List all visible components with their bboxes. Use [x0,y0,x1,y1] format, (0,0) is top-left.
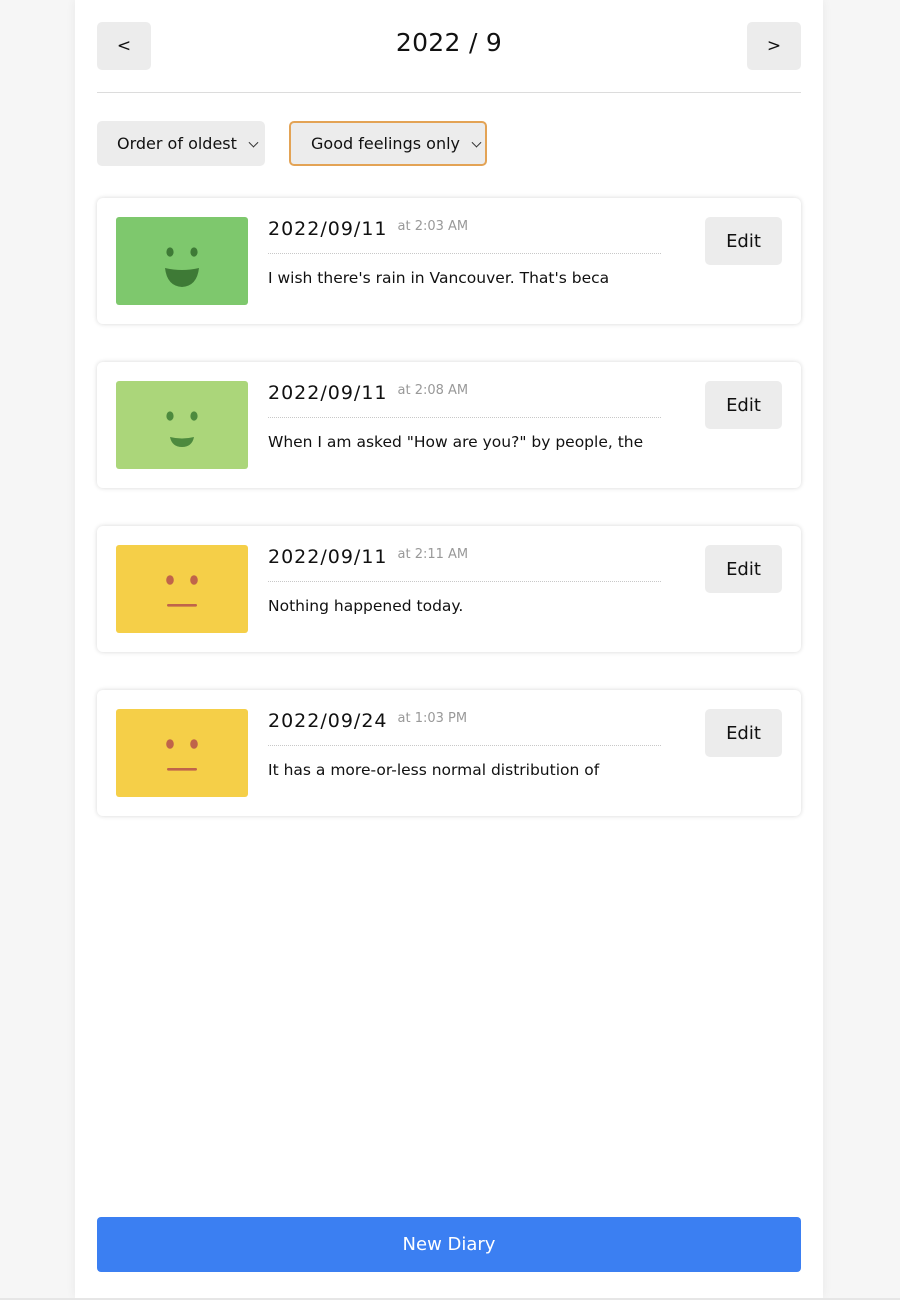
diary-item[interactable]: 2022/09/11 at 2:11 AM Nothing happened t… [97,526,801,652]
diary-time: at 1:03 PM [397,711,468,726]
diary-item[interactable]: 2022/09/24 at 1:03 PM It has a more-or-l… [97,690,801,816]
diary-content-preview: When I am asked "How are you?" by people… [268,433,644,451]
diary-info[interactable]: 2022/09/11 at 2:08 AM When I am asked "H… [268,380,661,451]
page-title: 2022 / 9 [395,28,503,57]
diary-time: at 2:11 AM [397,547,469,562]
big-smile-face-icon [165,247,199,287]
edit-button[interactable]: Edit [705,709,782,757]
diary-content-preview: I wish there's rain in Vancouver. That's… [268,269,610,287]
emotion-filter-select[interactable]: Good feelings only [289,121,487,166]
chevron-down-icon [471,137,482,148]
chevron-down-icon [248,137,259,148]
diary-time: at 2:03 AM [397,219,469,234]
diary-info[interactable]: 2022/09/11 at 2:03 AM I wish there's rai… [268,216,661,287]
smile-face-icon [166,411,198,447]
emotion-filter-value: Good feelings only [311,134,460,153]
diary-date: 2022/09/11 [268,218,388,240]
diary-item[interactable]: 2022/09/11 at 2:03 AM I wish there's rai… [97,198,801,324]
diary-info[interactable]: 2022/09/24 at 1:03 PM It has a more-or-l… [268,708,661,779]
edit-button[interactable]: Edit [705,381,782,429]
diary-time: at 2:08 AM [397,383,469,398]
sort-order-select[interactable]: Order of oldest [97,121,265,166]
diary-date: 2022/09/24 [268,710,388,732]
diary-content-preview: Nothing happened today. [268,597,464,615]
emotion-thumbnail[interactable] [116,381,248,469]
diary-app: < 2022 / 9 > Order of oldest Good feelin… [75,0,823,1298]
emotion-thumbnail[interactable] [116,709,248,797]
diary-content-preview: It has a more-or-less normal distributio… [268,761,600,779]
next-month-button[interactable]: > [747,22,801,70]
diary-date-row: 2022/09/11 at 2:03 AM [268,216,661,254]
emotion-thumbnail[interactable] [116,217,248,305]
diary-date: 2022/09/11 [268,382,388,404]
sort-order-value: Order of oldest [117,134,237,153]
diary-date-row: 2022/09/11 at 2:11 AM [268,544,661,582]
new-diary-button[interactable]: New Diary [97,1217,801,1272]
edit-button[interactable]: Edit [705,545,782,593]
edit-button[interactable]: Edit [705,217,782,265]
emotion-thumbnail[interactable] [116,545,248,633]
diary-info[interactable]: 2022/09/11 at 2:11 AM Nothing happened t… [268,544,661,615]
neutral-face-icon [166,739,198,771]
header-divider [97,92,801,93]
diary-date-row: 2022/09/11 at 2:08 AM [268,380,661,418]
diary-date-row: 2022/09/24 at 1:03 PM [268,708,661,746]
diary-date: 2022/09/11 [268,546,388,568]
diary-item[interactable]: 2022/09/11 at 2:08 AM When I am asked "H… [97,362,801,488]
neutral-face-icon [166,575,198,607]
